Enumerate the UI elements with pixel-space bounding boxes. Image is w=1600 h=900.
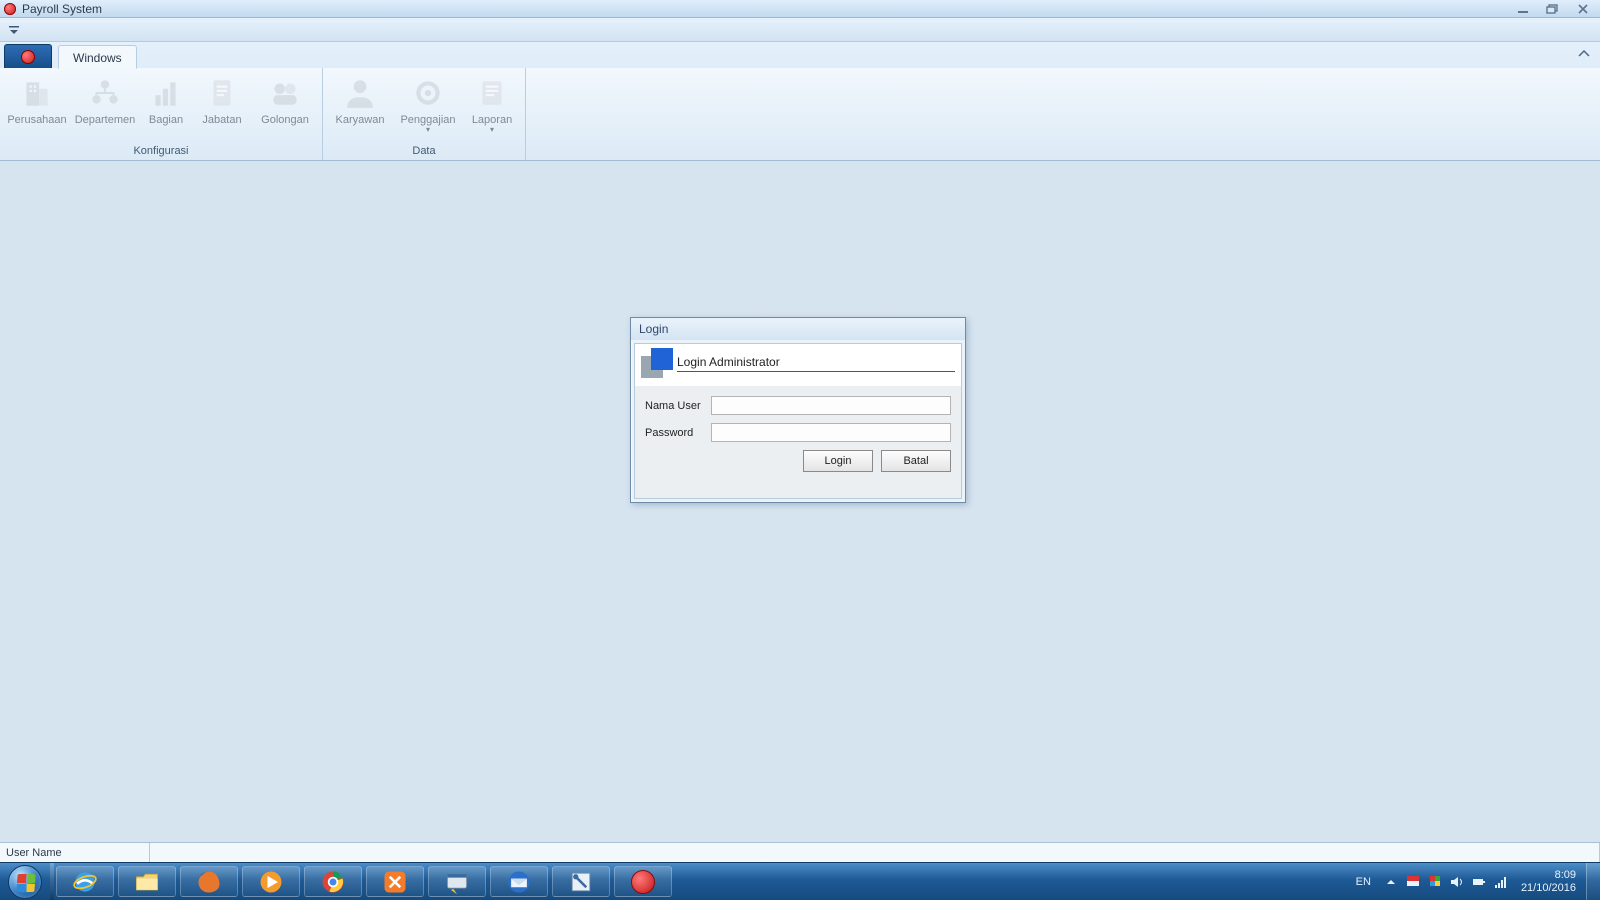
tray-power-icon[interactable] bbox=[1471, 874, 1487, 890]
karyawan-button[interactable]: Karyawan bbox=[329, 74, 391, 134]
tray-volume-icon[interactable] bbox=[1449, 874, 1465, 890]
perusahaan-label: Perusahaan bbox=[7, 114, 66, 126]
login-dialog-title: Login bbox=[631, 318, 965, 340]
bagian-label: Bagian bbox=[149, 114, 183, 126]
tray-time: 8:09 bbox=[1521, 869, 1576, 882]
ie-icon bbox=[71, 868, 99, 896]
ribbon-group-konfigurasi: Perusahaan Departemen Bagian bbox=[0, 68, 323, 160]
tray-security-icon[interactable] bbox=[1427, 874, 1443, 890]
tray-clock[interactable]: 8:09 21/10/2016 bbox=[1515, 869, 1582, 895]
group-label-data: Data bbox=[323, 143, 525, 160]
laporan-button[interactable]: Laporan ▾ bbox=[465, 74, 519, 134]
chevron-down-icon: ▾ bbox=[490, 128, 494, 132]
tray-language[interactable]: EN bbox=[1350, 876, 1377, 888]
ribbon-collapse-icon[interactable] bbox=[1578, 49, 1590, 62]
person-icon bbox=[343, 76, 377, 110]
taskbar-mediaplayer[interactable] bbox=[242, 866, 300, 897]
jabatan-label: Jabatan bbox=[202, 114, 241, 126]
status-username-value bbox=[150, 843, 1600, 862]
quick-access-bar bbox=[0, 18, 1600, 42]
ribbon: Windows Perusahaan Departemen bbox=[0, 42, 1600, 161]
ribbon-tabstrip: Windows bbox=[0, 42, 1600, 68]
group-label-konfigurasi: Konfigurasi bbox=[0, 143, 322, 160]
chevron-down-icon: ▾ bbox=[426, 128, 430, 132]
tab-windows[interactable]: Windows bbox=[58, 45, 137, 69]
tray-date: 21/10/2016 bbox=[1521, 882, 1576, 895]
golongan-label: Golongan bbox=[261, 114, 309, 126]
ribbon-group-data: Karyawan Penggajian ▾ Laporan ▾ bbox=[323, 68, 526, 160]
status-username-label: User Name bbox=[0, 843, 150, 862]
karyawan-label: Karyawan bbox=[336, 114, 385, 126]
group-icon bbox=[268, 76, 302, 110]
password-input[interactable] bbox=[711, 423, 951, 442]
status-bar: User Name bbox=[0, 842, 1600, 862]
system-tray: EN 8:09 21/10/2016 bbox=[1346, 863, 1586, 900]
taskbar-explorer[interactable] bbox=[118, 866, 176, 897]
title-bar: Payroll System bbox=[0, 0, 1600, 18]
show-desktop-button[interactable] bbox=[1586, 863, 1600, 900]
golongan-button[interactable]: Golongan bbox=[254, 74, 316, 128]
quick-access-dropdown[interactable] bbox=[6, 23, 22, 37]
password-label: Password bbox=[645, 427, 711, 439]
login-header: Login Administrator bbox=[635, 344, 961, 386]
batal-button[interactable]: Batal bbox=[881, 450, 951, 472]
taskbar-chrome[interactable] bbox=[304, 866, 362, 897]
taskbar: EN 8:09 21/10/2016 bbox=[0, 862, 1600, 900]
taskbar-payroll-app[interactable] bbox=[614, 866, 672, 897]
bagian-button[interactable]: Bagian bbox=[142, 74, 190, 128]
login-button[interactable]: Login bbox=[803, 450, 873, 472]
username-label: Nama User bbox=[645, 400, 711, 412]
gear-icon bbox=[411, 76, 445, 110]
chart-icon bbox=[149, 76, 183, 110]
close-button[interactable] bbox=[1570, 2, 1596, 16]
tray-show-hidden-icon[interactable] bbox=[1383, 874, 1399, 890]
app-menu-icon bbox=[21, 50, 35, 64]
chrome-icon bbox=[319, 868, 347, 896]
login-header-text: Login Administrator bbox=[677, 355, 955, 372]
mail-icon bbox=[505, 868, 533, 896]
building-icon bbox=[20, 76, 54, 110]
taskbar-firefox[interactable] bbox=[180, 866, 238, 897]
firefox-icon bbox=[195, 868, 223, 896]
jabatan-button[interactable]: Jabatan bbox=[196, 74, 248, 128]
login-dialog: Login Login Administrator Nama User Pass… bbox=[630, 317, 966, 503]
workspace: Login Login Administrator Nama User Pass… bbox=[0, 161, 1600, 842]
taskbar-putty[interactable] bbox=[428, 866, 486, 897]
username-input[interactable] bbox=[711, 396, 951, 415]
window-title: Payroll System bbox=[22, 2, 102, 16]
departemen-label: Departemen bbox=[75, 114, 136, 126]
taskbar-xampp[interactable] bbox=[366, 866, 424, 897]
org-icon bbox=[88, 76, 122, 110]
perusahaan-button[interactable]: Perusahaan bbox=[6, 74, 68, 128]
app-icon bbox=[4, 3, 16, 15]
application-menu-button[interactable] bbox=[4, 44, 52, 68]
xampp-icon bbox=[381, 868, 409, 896]
report-icon bbox=[475, 76, 509, 110]
play-icon bbox=[257, 868, 285, 896]
taskbar-thunderbird[interactable] bbox=[490, 866, 548, 897]
penggajian-button[interactable]: Penggajian ▾ bbox=[397, 74, 459, 134]
taskbar-devtool[interactable] bbox=[552, 866, 610, 897]
taskbar-ie[interactable] bbox=[56, 866, 114, 897]
minimize-button[interactable] bbox=[1510, 2, 1536, 16]
restore-button[interactable] bbox=[1540, 2, 1566, 16]
tray-network-icon[interactable] bbox=[1493, 874, 1509, 890]
start-button[interactable] bbox=[0, 863, 50, 900]
terminal-icon bbox=[443, 868, 471, 896]
tray-flag-icon[interactable] bbox=[1405, 874, 1421, 890]
tool-icon bbox=[567, 868, 595, 896]
folder-icon bbox=[133, 868, 161, 896]
document-icon bbox=[205, 76, 239, 110]
departemen-button[interactable]: Departemen bbox=[74, 74, 136, 128]
windows-logo-icon bbox=[8, 865, 42, 899]
login-header-icon bbox=[641, 348, 671, 378]
payroll-app-icon bbox=[631, 870, 655, 894]
